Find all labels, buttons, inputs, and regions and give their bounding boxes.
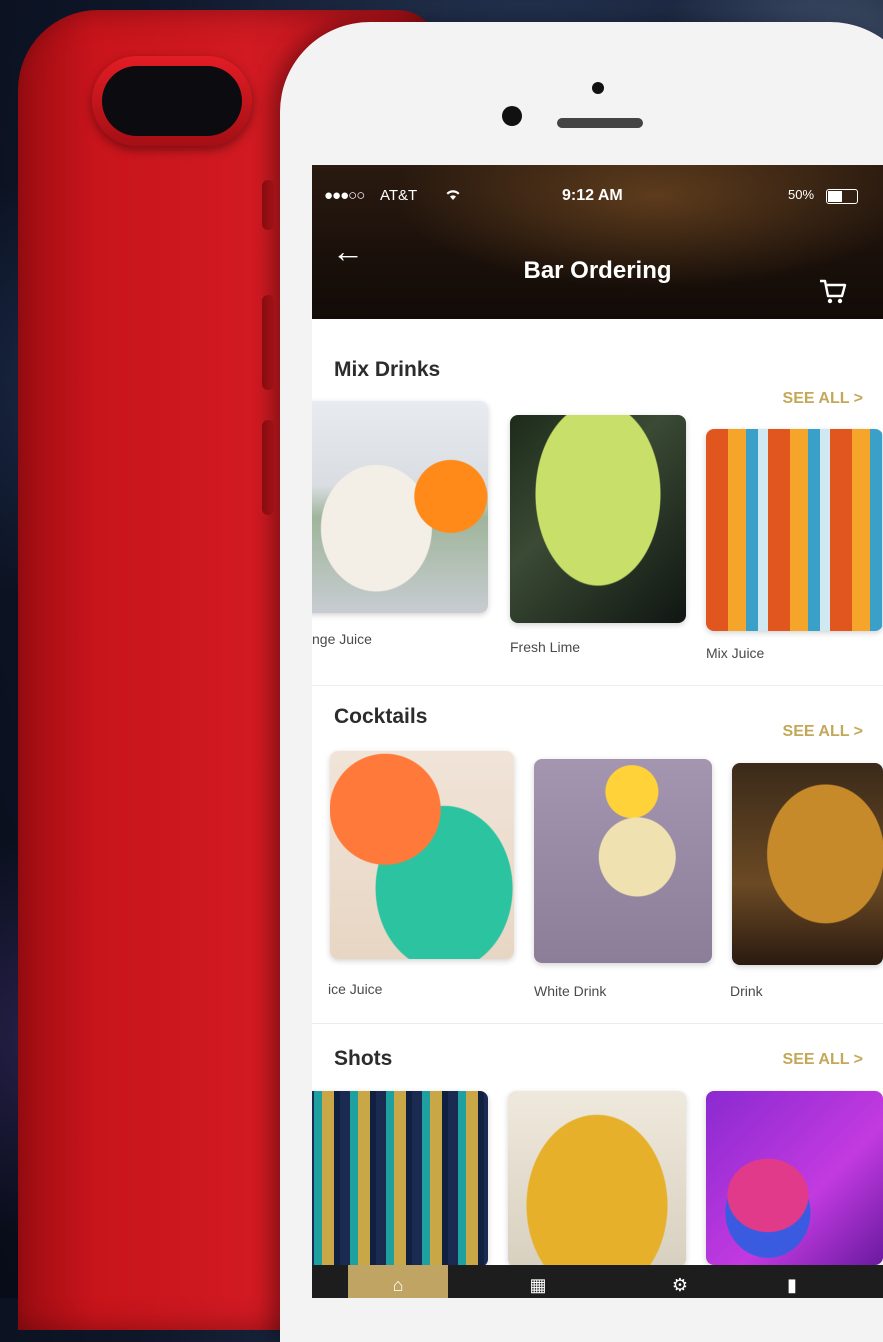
drink-card-ice-juice[interactable]: [330, 751, 514, 959]
drink-label: Drink: [730, 983, 763, 999]
section-title-shots: Shots: [334, 1047, 393, 1070]
drink-label: White Drink: [534, 983, 607, 999]
app-header: ●●●○○ AT&T 9:12 AM 50% ← Bar Ordering: [312, 165, 883, 319]
status-time: 9:12 AM: [562, 187, 623, 204]
section-divider: [312, 685, 883, 686]
side-button: [262, 180, 274, 230]
drink-card-fresh-lime[interactable]: [510, 415, 686, 623]
cart-icon[interactable]: [817, 275, 849, 307]
section-title-mix-drinks: Mix Drinks: [334, 358, 441, 381]
rear-camera: [92, 56, 252, 146]
section-title-cocktails: Cocktails: [334, 705, 428, 728]
signal-strength: ●●●○○: [324, 187, 365, 204]
home-icon: ⌂: [392, 1275, 404, 1295]
see-all-cocktails[interactable]: SEE ALL >: [783, 723, 863, 741]
bottom-tab-bar: ⌂ ▦ ⚙ ▮: [312, 1265, 883, 1298]
wifi-icon: [444, 187, 462, 205]
drink-card-shot-tequila[interactable]: [508, 1091, 686, 1267]
earpiece-speaker: [557, 118, 643, 128]
proximity-sensor: [592, 82, 604, 94]
gear-icon: ⚙: [671, 1275, 689, 1295]
camera-lens: [102, 66, 242, 136]
battery-icon: [826, 189, 858, 204]
calendar-icon: ▦: [529, 1275, 547, 1295]
drink-card-drink[interactable]: [732, 763, 883, 965]
volume-down-button: [262, 420, 274, 515]
drink-label: nge Juice: [312, 631, 372, 647]
tab-home[interactable]: ⌂: [348, 1265, 448, 1298]
tab-settings[interactable]: ⚙: [630, 1265, 730, 1298]
bottle-icon: ▮: [787, 1275, 797, 1295]
see-all-shots[interactable]: SEE ALL >: [783, 1051, 863, 1069]
drink-label: Fresh Lime: [510, 639, 581, 655]
see-all-mix-drinks[interactable]: SEE ALL >: [783, 390, 863, 408]
drink-label: ice Juice: [328, 981, 383, 997]
drink-card-shot-layered[interactable]: [312, 1091, 488, 1267]
battery-percent: 50%: [788, 187, 815, 202]
tab-bottle[interactable]: ▮: [742, 1265, 842, 1298]
section-divider: [312, 1023, 883, 1024]
drink-card-orange-juice[interactable]: [312, 401, 488, 613]
tab-calendar[interactable]: ▦: [488, 1265, 588, 1298]
drink-label: Mix Juice: [706, 645, 765, 661]
drink-card-white-drink[interactable]: [534, 759, 712, 963]
drink-card-shot-purple[interactable]: [706, 1091, 883, 1265]
front-camera: [502, 106, 522, 126]
drink-card-mix-juice[interactable]: [706, 429, 883, 631]
carrier-name: AT&T: [380, 187, 418, 204]
page-title: Bar Ordering: [523, 257, 672, 284]
app-screen: ●●●○○ AT&T 9:12 AM 50% ← Bar Ordering Mi…: [312, 165, 883, 1298]
volume-up-button: [262, 295, 274, 390]
